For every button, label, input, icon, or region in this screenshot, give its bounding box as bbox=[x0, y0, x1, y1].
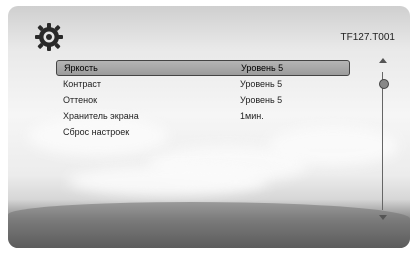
menu-item-screensaver[interactable]: Хранитель экрана 1мин. bbox=[56, 108, 350, 124]
menu-item-label: Хранитель экрана bbox=[63, 111, 139, 121]
scroll-track bbox=[382, 72, 383, 210]
gear-icon bbox=[35, 23, 63, 51]
model-id-label: TF127.T001 bbox=[340, 32, 395, 43]
menu-item-value: Уровень 5 bbox=[240, 79, 283, 89]
menu-item-hue[interactable]: Оттенок Уровень 5 bbox=[56, 92, 350, 108]
scroll-thumb[interactable] bbox=[379, 78, 389, 89]
menu-item-label: Контраст bbox=[63, 79, 101, 89]
scrollbar[interactable] bbox=[376, 58, 390, 220]
scroll-down-arrow-icon[interactable] bbox=[379, 215, 387, 220]
menu-item-value: Уровень 5 bbox=[240, 95, 283, 105]
menu-item-brightness[interactable]: Яркость Уровень 5 bbox=[56, 60, 350, 76]
menu-item-reset[interactable]: Сброс настроек bbox=[56, 124, 350, 140]
tv-settings-screen: TF127.T001 Яркость Уровень 5 Контраст Ур… bbox=[0, 0, 417, 254]
ground-hill bbox=[8, 202, 410, 248]
menu-item-contrast[interactable]: Контраст Уровень 5 bbox=[56, 76, 350, 92]
menu-item-label: Оттенок bbox=[63, 95, 98, 105]
menu-item-value: 1мин. bbox=[240, 111, 264, 121]
menu-item-label: Сброс настроек bbox=[63, 127, 130, 137]
menu-item-value: Уровень 5 bbox=[241, 63, 284, 73]
settings-menu: Яркость Уровень 5 Контраст Уровень 5 Отт… bbox=[56, 60, 350, 140]
scroll-up-arrow-icon[interactable] bbox=[379, 58, 387, 63]
menu-item-label: Яркость bbox=[64, 63, 98, 73]
